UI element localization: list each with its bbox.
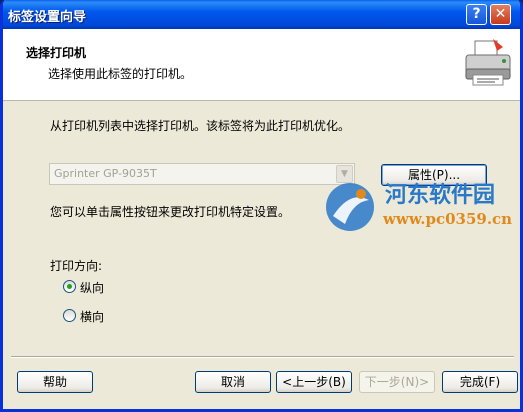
wizard-header: 选择打印机 选择使用此标签的打印机。	[3, 29, 520, 101]
help-title-button[interactable]: ?	[466, 4, 487, 25]
page-title: 选择打印机	[26, 46, 87, 60]
next-button[interactable]: 下一步(N)>	[359, 371, 435, 393]
back-button[interactable]: <上一步(B)	[276, 371, 352, 393]
radio-portrait-label[interactable]: 纵向	[80, 279, 104, 296]
window-title: 标签设置向导	[8, 10, 87, 25]
footer-separator	[11, 356, 514, 358]
watermark: 河东软件园 www.pc0359.cn	[323, 172, 520, 242]
properties-hint-text: 您可以单击属性按钮来更改打印机特定设置。	[50, 205, 291, 219]
watermark-logo-icon	[326, 183, 374, 231]
printer-select[interactable]: Gprinter GP-9035T ▼	[49, 163, 355, 185]
orientation-label: 打印方向:	[50, 259, 103, 273]
title-bar[interactable]: 标签设置向导 ? ✕	[3, 0, 520, 29]
watermark-name: 河东软件园	[385, 183, 496, 208]
help-icon: ?	[472, 6, 481, 22]
cancel-button[interactable]: 取消	[195, 371, 271, 393]
radio-portrait[interactable]	[63, 280, 76, 293]
radio-landscape-label[interactable]: 横向	[80, 308, 104, 325]
wizard-window: 标签设置向导 ? ✕ 选择打印机 选择使用此标签的打印机。 从打印机列表中选择打…	[0, 0, 523, 412]
printer-select-value: Gprinter GP-9035T	[54, 167, 157, 180]
help-button[interactable]: 帮助	[17, 371, 93, 393]
radio-landscape[interactable]	[63, 309, 76, 322]
finish-button[interactable]: 完成(F)	[442, 371, 518, 393]
close-icon: ✕	[494, 6, 507, 22]
page-subtitle: 选择使用此标签的打印机。	[48, 67, 193, 81]
printer-icon	[465, 39, 511, 86]
close-button[interactable]: ✕	[490, 4, 511, 25]
watermark-url: www.pc0359.cn	[383, 210, 513, 228]
instruction-text: 从打印机列表中选择打印机。该标签将为此打印机优化。	[50, 119, 351, 133]
